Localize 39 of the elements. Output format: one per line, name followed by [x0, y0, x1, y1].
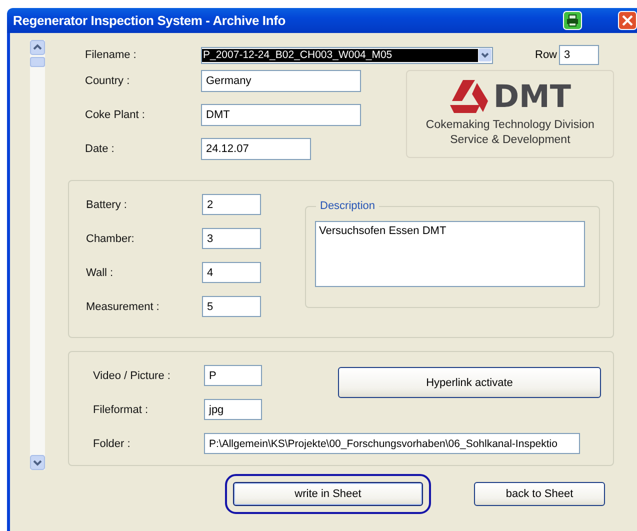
input-field[interactable]: P	[204, 365, 262, 386]
field-label: Coke Plant :	[84, 109, 146, 121]
field-label: Chamber:	[85, 232, 136, 244]
scroll-up-button[interactable]	[30, 40, 45, 55]
field-label: Folder :	[92, 438, 132, 450]
field-label: Date :	[84, 143, 116, 155]
sheet-button[interactable]: back to Sheet	[474, 482, 605, 506]
logo-tagline: Service & Development	[450, 133, 570, 148]
row-label: Row	[535, 49, 558, 61]
field-label: Battery :	[85, 198, 128, 210]
input-field[interactable]: 2	[202, 194, 261, 215]
window-title: Regenerator Inspection System - Archive Info	[13, 13, 286, 28]
input-field[interactable]: 24.12.07	[201, 138, 311, 160]
logo-wordmark: DMT	[493, 80, 572, 114]
logo-mark-icon	[449, 79, 490, 115]
field-label: Filename :	[84, 49, 138, 61]
input-field[interactable]: 4	[202, 262, 261, 283]
input-field[interactable]: 5	[202, 296, 261, 317]
field-label: Measurement :	[85, 300, 160, 312]
field-label: Wall :	[85, 266, 114, 278]
vertical-scrollbar[interactable]	[30, 40, 45, 470]
scroll-down-button[interactable]	[30, 455, 45, 470]
field-label: Country :	[84, 75, 131, 87]
input-field[interactable]: DMT	[201, 104, 361, 126]
input-field[interactable]: jpg	[204, 399, 262, 420]
filename-dropdown[interactable]: P_2007-12-24_B02_CH003_W004_M05	[201, 46, 493, 64]
printer-button[interactable]	[563, 11, 582, 30]
description-field[interactable]: Versuchsofen Essen DMT	[315, 221, 585, 287]
hyperlink-button[interactable]: Hyperlink activate	[338, 367, 601, 398]
close-button[interactable]	[618, 11, 637, 30]
input-field[interactable]: Germany	[201, 70, 361, 92]
logo-tagline: Cokemaking Technology Division	[426, 118, 594, 133]
input-field[interactable]: P:\Allgemein\KS\Projekte\00_Forschungsvorhaben\06_Sohlkanal-Inspektio	[204, 433, 580, 454]
input-field[interactable]: 3	[202, 228, 261, 249]
field-label: Fileformat :	[92, 404, 150, 416]
scroll-thumb[interactable]	[30, 57, 45, 67]
field-label: Video / Picture :	[92, 370, 172, 382]
group-legend: Description	[316, 200, 380, 212]
row-field[interactable]: 3	[559, 45, 599, 65]
